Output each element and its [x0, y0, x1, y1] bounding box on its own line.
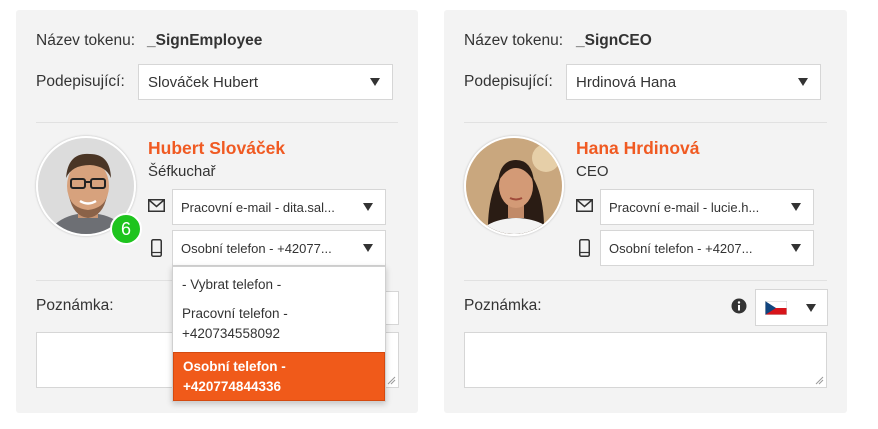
- avatar: [464, 136, 564, 236]
- phone-select-value: Osobní telefon - +4207...: [609, 240, 753, 256]
- phone-select-value: Osobní telefon - +42077...: [181, 240, 332, 256]
- divider: [36, 122, 398, 123]
- phone-option-personal[interactable]: Osobní telefon - +420774844336: [173, 352, 385, 401]
- divider: [464, 280, 827, 281]
- resize-grip-icon[interactable]: [815, 376, 824, 385]
- signer-select[interactable]: Hrdinová Hana: [566, 64, 821, 100]
- chevron-down-icon: [363, 244, 373, 252]
- signer-label: Podepisující:: [36, 73, 125, 90]
- email-select[interactable]: Pracovní e-mail - lucie.h...: [600, 189, 814, 225]
- phone-select[interactable]: Osobní telefon - +42077...: [172, 230, 386, 266]
- chevron-down-icon: [791, 203, 801, 211]
- token-name-label: Název tokenu:: [464, 32, 564, 49]
- mobile-phone-icon: [151, 239, 162, 261]
- option-number: +420774844336: [183, 379, 281, 394]
- option-number: +420734558092: [182, 326, 280, 341]
- language-select[interactable]: [755, 289, 828, 326]
- option-label: - Vybrat telefon -: [182, 277, 282, 292]
- chevron-down-icon: [370, 78, 380, 86]
- phone-dropdown: - Vybrat telefon - Pracovní telefon - +4…: [172, 266, 386, 402]
- chevron-down-icon: [791, 244, 801, 252]
- signer-card-right: Název tokenu: _SignCEO Podepisující: Hrd…: [444, 10, 847, 413]
- token-name-label: Název tokenu:: [36, 32, 136, 49]
- divider: [464, 122, 827, 123]
- note-label: Poznámka:: [36, 297, 114, 314]
- email-select-value: Pracovní e-mail - dita.sal...: [181, 199, 335, 215]
- step-badge: 6: [110, 213, 142, 245]
- signer-select-value: Hrdinová Hana: [576, 73, 677, 91]
- note-textarea[interactable]: [464, 332, 827, 388]
- signer-select[interactable]: Slováček Hubert: [138, 64, 393, 100]
- chevron-down-icon: [798, 78, 808, 86]
- person-role: CEO: [576, 163, 609, 180]
- step-badge-number: 6: [120, 218, 131, 239]
- mobile-phone-icon: [579, 239, 590, 261]
- email-select[interactable]: Pracovní e-mail - dita.sal...: [172, 189, 386, 225]
- czech-flag-icon: [765, 301, 787, 315]
- token-name-value: _SignCEO: [576, 32, 652, 49]
- info-icon[interactable]: [731, 298, 747, 318]
- person-role: Šéfkuchař: [148, 163, 216, 180]
- email-select-value: Pracovní e-mail - lucie.h...: [609, 199, 760, 215]
- phone-select[interactable]: Osobní telefon - +4207...: [600, 230, 814, 266]
- envelope-icon: [576, 199, 593, 216]
- option-label: Pracovní telefon -: [182, 306, 288, 321]
- envelope-icon: [148, 199, 165, 216]
- token-name-value: _SignEmployee: [147, 32, 263, 49]
- phone-option-none[interactable]: - Vybrat telefon -: [173, 275, 385, 295]
- option-label: Osobní telefon -: [183, 359, 286, 374]
- chevron-down-icon: [363, 203, 373, 211]
- person-name: Hana Hrdinová: [576, 138, 700, 158]
- resize-grip-icon[interactable]: [387, 376, 396, 385]
- phone-option-work[interactable]: Pracovní telefon - +420734558092: [173, 304, 385, 344]
- person-name: Hubert Slováček: [148, 138, 286, 158]
- divider: [36, 280, 176, 281]
- note-label: Poznámka:: [464, 297, 542, 314]
- chevron-down-icon: [806, 304, 816, 312]
- signer-label: Podepisující:: [464, 73, 553, 90]
- signer-select-value: Slováček Hubert: [148, 73, 259, 91]
